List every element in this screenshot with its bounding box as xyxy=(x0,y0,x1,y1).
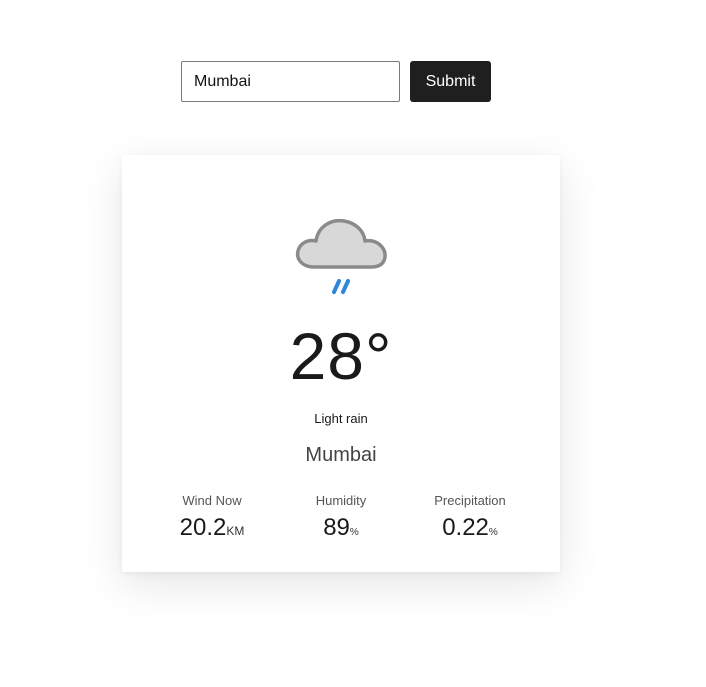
humidity-stat: Humidity 89% xyxy=(296,493,386,542)
precipitation-stat: Precipitation 0.22% xyxy=(420,493,520,542)
wind-stat: Wind Now 20.2KM xyxy=(167,493,257,542)
wind-label: Wind Now xyxy=(182,493,242,508)
submit-button[interactable]: Submit xyxy=(410,61,491,102)
humidity-label: Humidity xyxy=(315,493,367,508)
humidity-number: 89 xyxy=(323,514,350,541)
weather-card: 28° Light rain Mumbai Wind Now 20.2KM Hu… xyxy=(122,155,560,572)
humidity-value: 89% xyxy=(296,514,386,542)
wind-number: 20.2 xyxy=(179,514,227,541)
weather-stats: Wind Now 20.2KM Humidity 89% Precipitati… xyxy=(122,493,560,553)
precipitation-unit: % xyxy=(488,527,498,538)
weather-condition: Light rain xyxy=(314,411,368,426)
humidity-unit: % xyxy=(349,527,359,538)
weather-app: Submit 28° Light rain Mumbai Wind Now 20… xyxy=(0,0,706,687)
precipitation-value: 0.22% xyxy=(420,514,520,542)
wind-value: 20.2KM xyxy=(167,514,257,542)
wind-unit: KM xyxy=(226,524,245,538)
precipitation-label: Precipitation xyxy=(434,493,506,508)
rain-cloud-icon xyxy=(295,218,387,294)
city-name: Mumbai xyxy=(305,444,377,466)
precipitation-number: 0.22 xyxy=(442,514,489,541)
city-search-input[interactable] xyxy=(181,61,400,102)
search-form: Submit xyxy=(181,61,491,102)
temperature-value: 28° xyxy=(289,319,393,393)
